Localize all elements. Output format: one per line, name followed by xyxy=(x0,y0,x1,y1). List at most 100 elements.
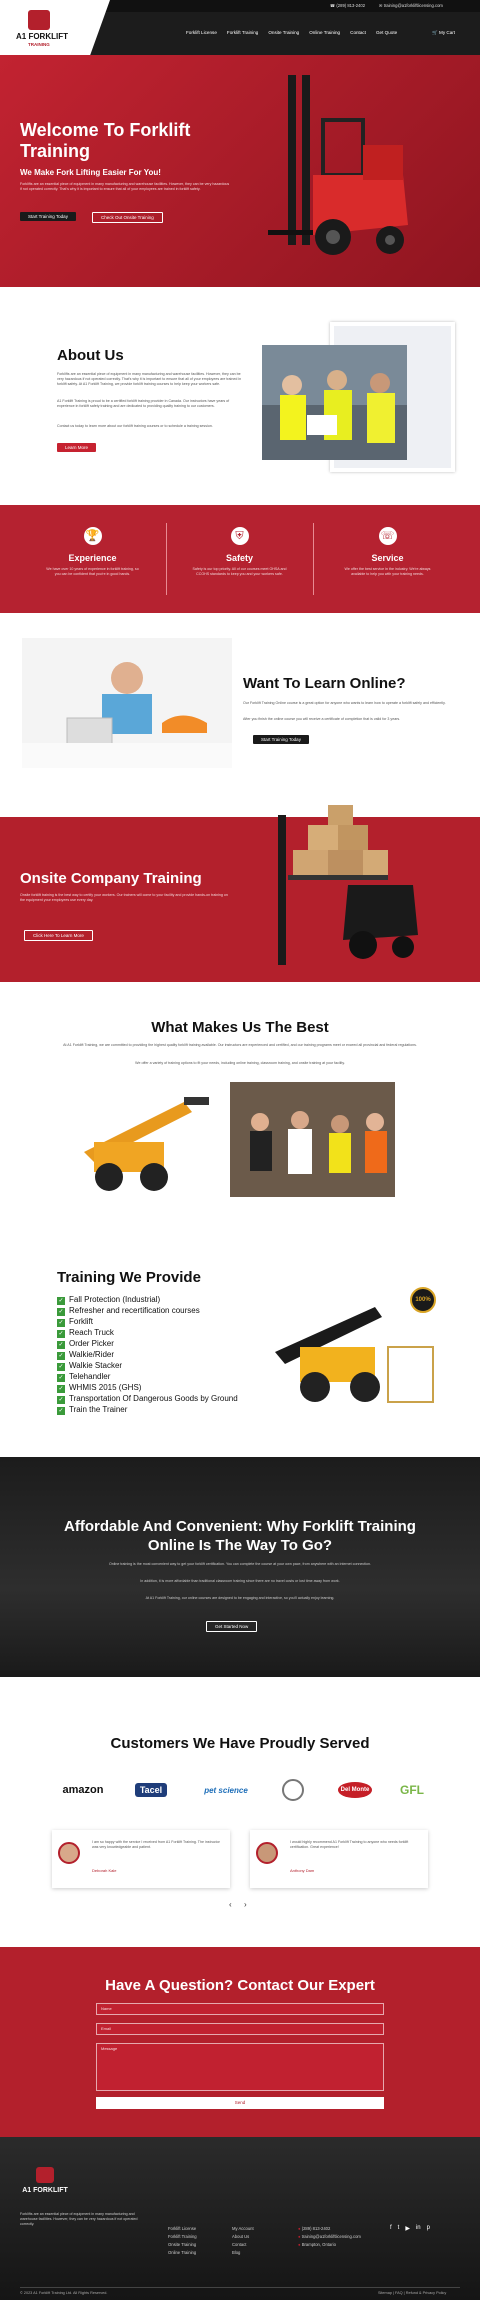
facebook-icon[interactable]: f xyxy=(390,2225,392,2232)
online-learner-image xyxy=(22,638,232,768)
check-icon: ✓ xyxy=(57,1385,65,1393)
affordable-section: Affordable And Convenient: Why Forklift … xyxy=(0,1457,480,1677)
online-paragraph-1: Our Forklift Training Online course is a… xyxy=(243,701,446,705)
send-button[interactable]: Send xyxy=(96,2097,384,2109)
list-item: ✓ Order Picker xyxy=(57,1339,114,1349)
avatar xyxy=(256,1842,278,1864)
check-icon: ✓ xyxy=(57,1297,65,1305)
list-item: ✓ WHMIS 2015 (GHS) xyxy=(57,1383,142,1393)
nav-onsite-training[interactable]: Onsite Training xyxy=(268,30,299,35)
check-icon: ✓ xyxy=(57,1319,65,1327)
best-title: What Makes Us The Best xyxy=(151,1019,329,1036)
legal-links[interactable]: Sitemap | FAQ | Refund & Privacy Policy xyxy=(378,2291,446,2295)
workers-meeting-image xyxy=(230,1082,395,1197)
hero-text: Forklifts are an essential piece of equi… xyxy=(20,182,230,192)
email-field[interactable]: Email xyxy=(96,2023,384,2035)
footer-phone[interactable]: ● (289) 813-2402 xyxy=(298,2225,361,2233)
avatar xyxy=(58,1842,80,1864)
hero-title: Welcome To Forklift Training xyxy=(20,120,191,161)
training-list: ✓ Fall Protection (Industrial) ✓ Refresher… xyxy=(57,1294,242,1415)
nav-forklift-training[interactable]: Forklift Training xyxy=(227,30,258,35)
footer-link[interactable]: Forklift License xyxy=(168,2225,197,2233)
footer-link[interactable]: My Account xyxy=(232,2225,254,2233)
email-item[interactable]: ✉ training@a1forkliftlicensing.com xyxy=(379,3,443,8)
list-item: ✓ Walkie Stacker xyxy=(57,1361,123,1371)
list-item: ✓ Forklift xyxy=(57,1317,93,1327)
linkedin-icon[interactable]: in xyxy=(416,2225,421,2232)
testimonial-name: Deborah Kale xyxy=(92,1868,117,1873)
nav-online-training[interactable]: Online Training xyxy=(309,30,340,35)
onsite-section: Onsite Company Training Onsite forklift … xyxy=(0,805,480,987)
about-title: About Us xyxy=(57,347,124,364)
logo-pet-science: pet science xyxy=(204,1785,248,1795)
affordable-paragraph-3: At A1 Forklift Training, our online cour… xyxy=(145,1596,335,1600)
best-section: What Makes Us The Best At A1 Forklift Tr… xyxy=(0,987,480,1257)
youtube-icon[interactable]: ▶ xyxy=(405,2225,410,2232)
logo-tacel: Tacel xyxy=(126,1778,176,1802)
feature-title: Safety xyxy=(225,553,253,563)
check-icon: ✓ xyxy=(57,1330,65,1338)
footer-link[interactable]: Onsite Training xyxy=(168,2241,197,2249)
online-title: Want To Learn Online? xyxy=(243,675,406,692)
logo[interactable]: A1 FORKLIFT TRAINING xyxy=(0,0,110,55)
message-field[interactable]: Message xyxy=(96,2043,384,2091)
logo-del-monte: Del Monte xyxy=(330,1778,380,1802)
start-training-button[interactable]: Start Training Today xyxy=(20,212,76,221)
check-icon: ✓ xyxy=(57,1352,65,1360)
best-paragraph-1: At A1 Forklift Training, we are committe… xyxy=(63,1043,417,1047)
affordable-paragraph-1: Online training is the most convenient w… xyxy=(108,1562,372,1566)
online-section: Want To Learn Online? Our Forklift Train… xyxy=(0,613,480,805)
seal-icon xyxy=(282,1779,304,1801)
feature-divider-2 xyxy=(313,523,314,595)
carousel-next-icon[interactable]: › xyxy=(244,1900,247,1909)
learn-more-button[interactable]: Learn More xyxy=(57,443,97,452)
feature-text: We have over 10 years of experience in f… xyxy=(46,567,139,577)
onsite-training-button[interactable]: Check Out Onsite Training xyxy=(92,212,163,223)
footer-email[interactable]: ● training@a1forkliftlicensing.com xyxy=(298,2233,361,2241)
main-nav: Forklift License Forklift Training Onsit… xyxy=(186,30,397,35)
feature-service: ☏ Service We offer the best service in t… xyxy=(340,527,435,577)
customers-title: Customers We Have Proudly Served xyxy=(110,1735,370,1752)
affordable-title: Affordable And Convenient: Why Forklift … xyxy=(64,1518,416,1554)
footer-link[interactable]: About Us xyxy=(232,2233,254,2241)
site-header: ☎ (289) 813-2402 ✉ training@a1forkliftli… xyxy=(0,0,480,55)
about-paragraph-1: Forklifts are an essential piece of equi… xyxy=(57,372,242,387)
nav-forklift-license[interactable]: Forklift License xyxy=(186,30,217,35)
trophy-icon: 🏆 xyxy=(83,527,102,545)
onsite-learn-button[interactable]: Click Here To Learn More xyxy=(24,930,93,941)
check-icon: ✓ xyxy=(57,1363,65,1371)
get-started-button[interactable]: Get Started Now xyxy=(206,1621,258,1632)
nav-get-quote[interactable]: Get Quote xyxy=(376,30,397,35)
footer-link[interactable]: Blog xyxy=(232,2249,254,2257)
phone-item[interactable]: ☎ (289) 813-2402 xyxy=(330,3,365,8)
name-field[interactable]: Name xyxy=(96,2003,384,2015)
forklift-boxes-image xyxy=(278,805,418,965)
twitter-icon[interactable]: t xyxy=(398,2225,400,2232)
footer-link[interactable]: Contact xyxy=(232,2241,254,2249)
customers-section: Customers We Have Proudly Served xyxy=(0,1677,480,1947)
pinterest-icon[interactable]: p xyxy=(427,2225,430,2232)
logo-text: A1 FORKLIFT xyxy=(16,32,68,41)
testimonial-name: Anthony Dam xyxy=(290,1868,315,1873)
online-start-button[interactable]: Start Training Today xyxy=(253,735,309,744)
feature-text: Safety is our top priority. All of our c… xyxy=(192,567,287,577)
cart-link[interactable]: 🛒 My Cart xyxy=(432,30,455,36)
onsite-text: Onsite forklift training is the best way… xyxy=(20,893,228,903)
hero-section: Welcome To Forklift Training We Make For… xyxy=(0,55,480,287)
about-paragraph-3: Contact us today to learn more about our… xyxy=(57,424,213,428)
feature-title: Experience xyxy=(68,553,117,563)
logo-gfl: GFL xyxy=(400,1783,424,1797)
list-item: ✓ Telehandler xyxy=(57,1372,111,1382)
feature-experience: 🏆 Experience We have over 10 years of ex… xyxy=(45,527,140,577)
footer-link[interactable]: Forklift Training xyxy=(168,2233,197,2241)
check-icon: ✓ xyxy=(57,1341,65,1349)
contact-title: Have A Question? Contact Our Expert xyxy=(105,1977,375,1994)
footer-about: Forklifts are an essential piece of equi… xyxy=(20,2212,138,2227)
testimonial-card: I am so happy with the service I receive… xyxy=(52,1830,230,1888)
nav-contact[interactable]: Contact xyxy=(350,30,366,35)
carousel-prev-icon[interactable]: ‹ xyxy=(229,1900,232,1909)
site-footer: A1 FORKLIFT Forklifts are an essential p… xyxy=(0,2137,480,2300)
footer-link[interactable]: Online Training xyxy=(168,2249,197,2257)
affordable-paragraph-2: In addition, it is more affordable than … xyxy=(140,1579,340,1583)
features-section: 🏆 Experience We have over 10 years of ex… xyxy=(0,505,480,613)
